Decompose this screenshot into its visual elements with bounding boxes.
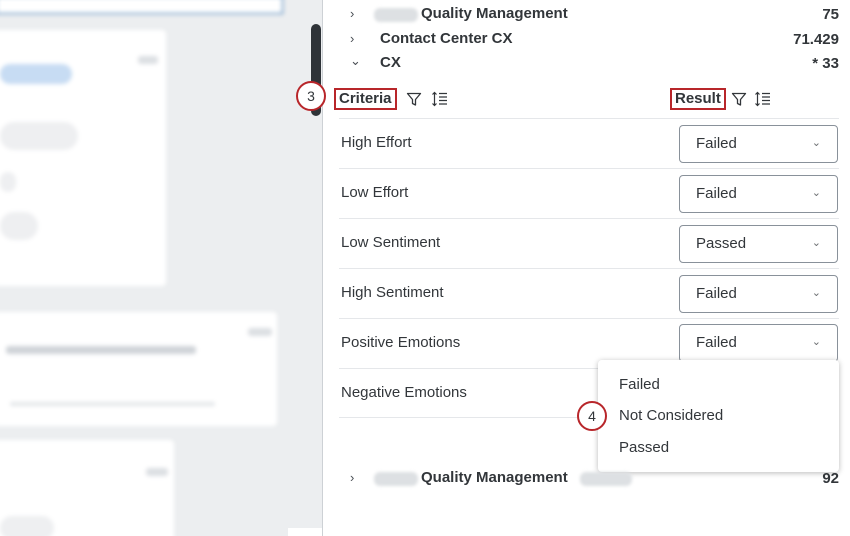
result-value: Passed	[696, 235, 747, 252]
result-column-header: Result	[670, 88, 772, 110]
result-value: Failed	[696, 285, 737, 302]
result-select[interactable]: Failed ⌄	[679, 275, 838, 313]
blurred-content	[0, 0, 322, 536]
chevron-right-icon[interactable]: ›	[350, 470, 364, 485]
step-marker-3: 3	[296, 81, 326, 111]
criteria-row-low-effort: Low Effort Failed ⌄	[339, 168, 839, 218]
blurred-text	[248, 328, 272, 336]
group-label: Quality Management	[421, 5, 568, 22]
criteria-label: Low Sentiment	[341, 234, 441, 251]
criteria-header-label[interactable]: Criteria	[334, 88, 397, 110]
panel-gap	[288, 528, 322, 536]
result-header-label[interactable]: Result	[670, 88, 726, 110]
group-label: Quality Management	[421, 469, 568, 486]
result-value: Failed	[696, 334, 737, 351]
group-score: * 33	[812, 55, 839, 72]
caret-down-icon: ⌄	[811, 287, 821, 299]
blurred-text	[6, 346, 196, 354]
result-select[interactable]: Failed ⌄	[679, 125, 838, 163]
pane-divider[interactable]	[322, 0, 323, 536]
blurred-tag	[0, 172, 16, 192]
group-row-quality-management[interactable]: › Quality Management 75	[350, 4, 840, 26]
dropdown-option-failed[interactable]: Failed	[619, 376, 660, 393]
criteria-label: Positive Emotions	[341, 334, 461, 351]
criteria-column-header: Criteria	[334, 88, 449, 110]
result-dropdown-menu: Failed Not Considered Passed	[598, 360, 839, 472]
dropdown-option-passed[interactable]: Passed	[619, 439, 669, 456]
group-row-contact-center-cx[interactable]: › Contact Center CX 71.429	[350, 29, 840, 51]
caret-down-icon: ⌄	[811, 237, 821, 249]
blurred-tag	[0, 64, 72, 84]
group-score: 92	[822, 470, 839, 487]
criteria-label: High Sentiment	[341, 284, 444, 301]
caret-down-icon: ⌄	[811, 187, 821, 199]
blurred-tag	[0, 516, 54, 536]
blurred-prefix	[374, 472, 418, 486]
chevron-right-icon[interactable]: ›	[350, 31, 364, 46]
criteria-row-low-sentiment: Low Sentiment Passed ⌄	[339, 218, 839, 268]
caret-down-icon: ⌄	[811, 336, 821, 348]
group-score: 71.429	[793, 31, 839, 48]
group-row-cx[interactable]: ⌄ CX * 33	[350, 53, 840, 75]
criteria-label: High Effort	[341, 134, 412, 151]
chevron-down-icon[interactable]: ⌄	[350, 53, 364, 69]
blurred-text	[146, 468, 168, 476]
sort-icon[interactable]	[431, 90, 449, 108]
result-value: Failed	[696, 185, 737, 202]
blurred-suffix	[580, 472, 632, 486]
result-select[interactable]: Failed ⌄	[679, 175, 838, 213]
group-label: CX	[380, 54, 401, 71]
result-value: Failed	[696, 135, 737, 152]
criteria-label: Negative Emotions	[341, 384, 467, 401]
caret-down-icon: ⌄	[811, 137, 821, 149]
group-row-quality-management-bottom[interactable]: › Quality Management 92	[350, 468, 840, 490]
result-select[interactable]: Passed ⌄	[679, 225, 838, 263]
criteria-label: Low Effort	[341, 184, 409, 201]
blurred-prefix	[374, 8, 418, 22]
left-panel	[0, 0, 322, 536]
blurred-text	[10, 402, 215, 406]
group-score: 75	[822, 6, 839, 23]
dropdown-option-not-considered[interactable]: Not Considered	[619, 407, 723, 424]
criteria-row-high-effort: High Effort Failed ⌄	[339, 118, 839, 168]
blurred-card	[0, 312, 277, 426]
blurred-text	[138, 56, 158, 64]
blurred-tag	[0, 212, 38, 240]
search-input[interactable]	[0, 0, 283, 14]
sort-icon[interactable]	[754, 90, 772, 108]
filter-icon[interactable]	[730, 90, 748, 108]
blurred-tag	[0, 122, 78, 150]
criteria-row-high-sentiment: High Sentiment Failed ⌄	[339, 268, 839, 318]
chevron-right-icon[interactable]: ›	[350, 6, 364, 21]
result-select[interactable]: Failed ⌄	[679, 324, 838, 362]
step-marker-4: 4	[577, 401, 607, 431]
group-label: Contact Center CX	[380, 30, 513, 47]
filter-icon[interactable]	[405, 90, 423, 108]
